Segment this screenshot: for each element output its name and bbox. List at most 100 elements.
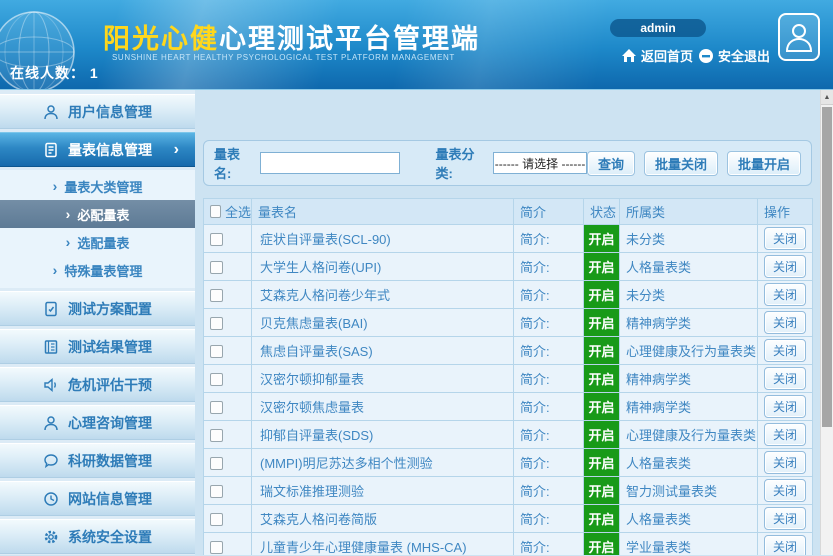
scale-name-input[interactable] <box>260 152 400 174</box>
status-badge: 开启 <box>584 505 620 533</box>
row-checkbox[interactable] <box>210 541 223 554</box>
sidebar-subitem-scale-categories[interactable]: › 量表大类管理 <box>0 172 195 200</box>
select-all-header: 全选 <box>204 199 252 225</box>
header: 阳光心健心理测试平台管理端 SUNSHINE HEART HEALTHY PSY… <box>0 0 833 90</box>
logout-link[interactable]: 安全退出 <box>698 46 770 65</box>
batch-open-button[interactable]: 批量开启 <box>727 151 801 176</box>
row-checkbox[interactable] <box>210 429 223 442</box>
submenu-arrow-icon: › <box>53 262 58 278</box>
sidebar-item-counseling[interactable]: 心理咨询管理 <box>0 405 195 440</box>
close-button[interactable]: 关闭 <box>764 367 806 390</box>
close-button[interactable]: 关闭 <box>764 479 806 502</box>
website-clock-icon <box>43 491 59 507</box>
row-checkbox[interactable] <box>210 345 223 358</box>
scales-doc-icon <box>43 142 59 158</box>
category-cell: 心理健康及行为量表类 <box>620 421 758 449</box>
row-checkbox[interactable] <box>210 317 223 330</box>
chevron-right-icon: › <box>174 141 179 159</box>
select-cell <box>204 477 252 505</box>
intro-cell: 简介: <box>514 225 584 253</box>
scale-name-cell: 贝克焦虑量表(BAI) <box>252 309 514 337</box>
scale-name-cell: 艾森克人格问卷简版 <box>252 505 514 533</box>
brand-subtitle: SUNSHINE HEART HEALTHY PSYCHOLOGICAL TES… <box>112 53 455 62</box>
close-button[interactable]: 关闭 <box>764 451 806 474</box>
header-links: 返回首页 安全退出 <box>621 46 770 65</box>
status-badge: 开启 <box>584 393 620 421</box>
scale-name-cell: 汉密尔顿焦虑量表 <box>252 393 514 421</box>
row-checkbox[interactable] <box>210 289 223 302</box>
sidebar-subitem-label: 量表大类管理 <box>64 177 142 196</box>
sidebar-item-label: 危机评估干预 <box>68 375 152 395</box>
sidebar-subitem-special-scales[interactable]: › 特殊量表管理 <box>0 256 195 284</box>
plan-doc-icon <box>43 301 59 317</box>
scrollbar-up-button[interactable]: ▲ <box>821 90 833 105</box>
col-header-category: 所属类 <box>620 199 758 225</box>
action-cell: 关闭 <box>758 337 813 365</box>
close-button[interactable]: 关闭 <box>764 227 806 250</box>
search-button[interactable]: 查询 <box>587 151 635 176</box>
sidebar-item-user-info[interactable]: 用户信息管理 <box>0 94 195 129</box>
table-row: 症状自评量表(SCL-90) 简介: 开启 未分类 关闭 <box>204 225 813 253</box>
row-checkbox[interactable] <box>210 233 223 246</box>
row-checkbox[interactable] <box>210 485 223 498</box>
main-content: 量表名: 量表分类: ------ 请选择 ------ 查询 批量关闭 批量开… <box>195 90 820 555</box>
home-link-label: 返回首页 <box>641 46 693 65</box>
sidebar-item-label: 测试结果管理 <box>68 337 152 357</box>
search-panel: 量表名: 量表分类: ------ 请选择 ------ 查询 批量关闭 批量开… <box>203 140 812 186</box>
row-checkbox[interactable] <box>210 513 223 526</box>
row-checkbox[interactable] <box>210 261 223 274</box>
sidebar-item-test-results[interactable]: 测试结果管理 <box>0 329 195 364</box>
alert-speaker-icon <box>43 377 59 393</box>
status-badge: 开启 <box>584 309 620 337</box>
table-row: (MMPI)明尼苏达多相个性测验 简介: 开启 人格量表类 关闭 <box>204 449 813 477</box>
close-button[interactable]: 关闭 <box>764 535 806 555</box>
category-cell: 精神病学类 <box>620 393 758 421</box>
sidebar-item-website-info[interactable]: 网站信息管理 <box>0 481 195 516</box>
online-count-value: 1 <box>90 65 99 81</box>
category-cell: 未分类 <box>620 281 758 309</box>
scale-category-select[interactable]: ------ 请选择 ------ <box>493 152 587 174</box>
sidebar-item-crisis-intervention[interactable]: 危机评估干预 <box>0 367 195 402</box>
close-button[interactable]: 关闭 <box>764 395 806 418</box>
submenu-arrow-icon: › <box>53 178 58 194</box>
sidebar-item-scale-info[interactable]: 量表信息管理 › <box>0 132 195 167</box>
username-badge: admin <box>610 19 706 37</box>
sidebar-item-test-plan[interactable]: 测试方案配置 <box>0 291 195 326</box>
close-button[interactable]: 关闭 <box>764 255 806 278</box>
research-bubble-icon <box>43 453 59 469</box>
close-button[interactable]: 关闭 <box>764 339 806 362</box>
scrollbar-thumb[interactable] <box>822 107 832 427</box>
intro-cell: 简介: <box>514 505 584 533</box>
close-button[interactable]: 关闭 <box>764 311 806 334</box>
home-link[interactable]: 返回首页 <box>621 46 693 65</box>
vertical-scrollbar[interactable]: ▲ <box>820 90 833 555</box>
row-checkbox[interactable] <box>210 401 223 414</box>
sidebar-item-research-data[interactable]: 科研数据管理 <box>0 443 195 478</box>
action-cell: 关闭 <box>758 505 813 533</box>
select-cell <box>204 449 252 477</box>
table-row: 儿童青少年心理健康量表 (MHS-CA) 简介: 开启 学业量表类 关闭 <box>204 533 813 556</box>
action-cell: 关闭 <box>758 253 813 281</box>
batch-close-button[interactable]: 批量关闭 <box>644 151 718 176</box>
close-button[interactable]: 关闭 <box>764 283 806 306</box>
action-cell: 关闭 <box>758 477 813 505</box>
select-cell <box>204 281 252 309</box>
status-badge: 开启 <box>584 477 620 505</box>
close-button[interactable]: 关闭 <box>764 507 806 530</box>
status-badge: 开启 <box>584 449 620 477</box>
row-checkbox[interactable] <box>210 373 223 386</box>
intro-cell: 简介: <box>514 449 584 477</box>
category-cell: 精神病学类 <box>620 309 758 337</box>
brand-rest: 心理测试平台管理端 <box>219 24 480 54</box>
sidebar-subitem-required-scales[interactable]: › 必配量表 <box>0 200 195 228</box>
select-all-checkbox[interactable] <box>210 205 221 218</box>
sidebar-subitem-optional-scales[interactable]: › 选配量表 <box>0 228 195 256</box>
online-count-label: 在线人数： <box>10 65 85 81</box>
select-cell <box>204 421 252 449</box>
online-count: 在线人数： 1 <box>10 63 99 83</box>
sidebar-item-security-settings[interactable]: 系统安全设置 <box>0 519 195 554</box>
select-cell <box>204 393 252 421</box>
avatar[interactable] <box>778 13 820 61</box>
close-button[interactable]: 关闭 <box>764 423 806 446</box>
row-checkbox[interactable] <box>210 457 223 470</box>
